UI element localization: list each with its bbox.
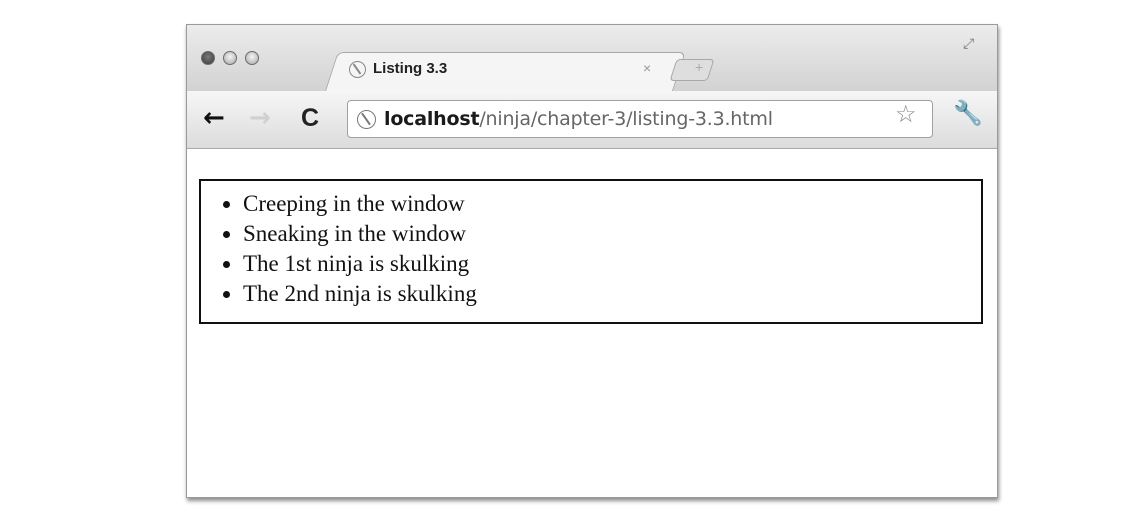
url-path: /ninja/chapter-3/listing-3.3.html (479, 108, 773, 130)
wrench-icon[interactable]: 🔧 (953, 99, 983, 128)
close-window-button[interactable] (201, 51, 215, 65)
tab-content[interactable]: Listing 3.3 × (345, 52, 675, 91)
plus-icon[interactable]: + (695, 59, 703, 75)
list-container: Creeping in the window Sneaking in the w… (199, 179, 983, 324)
list-item: The 2nd ninja is skulking (243, 279, 477, 309)
url-text[interactable]: localhost/ninja/chapter-3/listing-3.3.ht… (384, 108, 773, 130)
title-bar: Listing 3.3 × + ⤢ (187, 25, 997, 91)
page-content: Creeping in the window Sneaking in the w… (187, 149, 997, 497)
browser-window: Listing 3.3 × + ⤢ ← → C localhost/ninja/… (186, 24, 998, 498)
bookmark-star-icon[interactable]: ☆ (895, 100, 917, 129)
reload-icon[interactable]: C (301, 102, 319, 134)
new-tab-button[interactable] (669, 59, 715, 81)
tab-title: Listing 3.3 (373, 60, 448, 77)
globe-icon (349, 61, 366, 78)
url-host: localhost (384, 108, 480, 130)
list-item: Sneaking in the window (243, 219, 477, 249)
zoom-window-button[interactable] (245, 51, 259, 65)
back-arrow-icon[interactable]: ← (203, 102, 225, 134)
address-bar[interactable]: localhost/ninja/chapter-3/listing-3.3.ht… (347, 100, 933, 138)
close-tab-icon[interactable]: × (643, 60, 651, 76)
forward-arrow-icon[interactable]: → (249, 102, 271, 134)
fullscreen-icon[interactable]: ⤢ (963, 35, 983, 55)
item-list: Creeping in the window Sneaking in the w… (201, 189, 477, 309)
toolbar: ← → C localhost/ninja/chapter-3/listing-… (187, 91, 997, 149)
globe-icon (357, 110, 376, 129)
minimize-window-button[interactable] (223, 51, 237, 65)
list-item: The 1st ninja is skulking (243, 249, 477, 279)
list-item: Creeping in the window (243, 189, 477, 219)
